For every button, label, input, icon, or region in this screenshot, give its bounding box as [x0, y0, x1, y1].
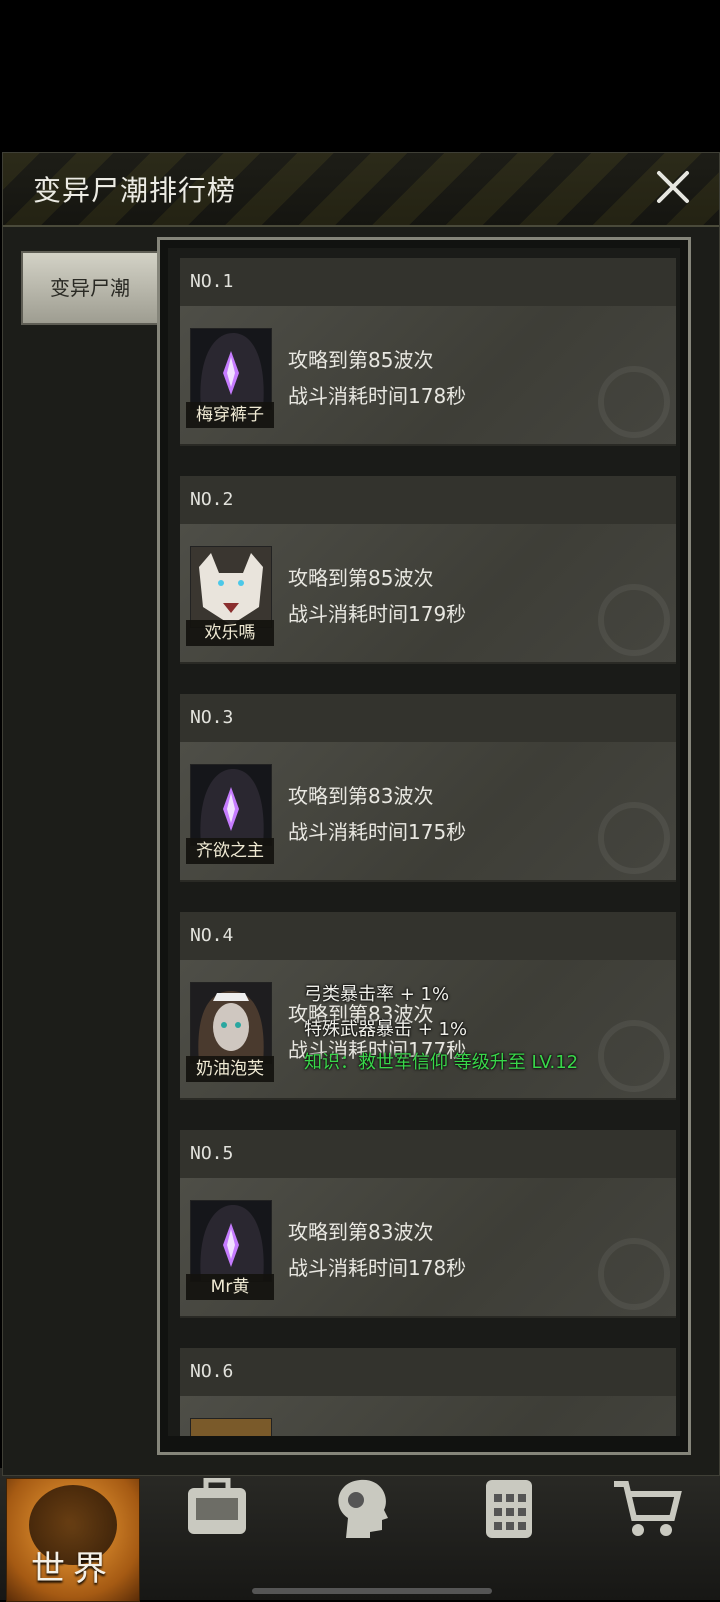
- ranking-list[interactable]: NO.1 梅穿裤子 攻略到第85波次 战斗消耗时间178秒 NO.2 欢乐嗎 攻…: [168, 248, 680, 1436]
- rank-card: NO.6: [180, 1348, 676, 1436]
- battle-time: 战斗消耗时间175秒: [288, 820, 467, 844]
- nav-world-button[interactable]: 世界: [6, 1478, 140, 1602]
- rank-body: Mr黄 攻略到第83波次 战斗消耗时间178秒: [180, 1178, 676, 1318]
- player-name: 欢乐嗎: [186, 620, 274, 646]
- watermark-icon: [598, 584, 670, 656]
- panel-header: 变异尸潮排行榜: [3, 153, 719, 227]
- cart-icon[interactable]: [612, 1478, 682, 1538]
- avatar[interactable]: [190, 546, 272, 628]
- rank-card: NO.5 Mr黄 攻略到第83波次 战斗消耗时间178秒: [180, 1130, 676, 1318]
- rank-body: 梅穿裤子 攻略到第85波次 战斗消耗时间178秒: [180, 306, 676, 446]
- watermark-icon: [598, 1238, 670, 1310]
- rank-header: NO.6: [180, 1348, 676, 1396]
- battle-time: 战斗消耗时间178秒: [288, 1256, 467, 1280]
- rank-header: NO.1: [180, 258, 676, 306]
- status-bar-area: [0, 0, 720, 152]
- ranking-list-frame: NO.1 梅穿裤子 攻略到第85波次 战斗消耗时间178秒 NO.2 欢乐嗎 攻…: [157, 237, 691, 1455]
- rank-body: 齐欲之主 攻略到第83波次 战斗消耗时间175秒: [180, 742, 676, 882]
- panel-title: 变异尸潮排行榜: [33, 174, 237, 207]
- rank-number: NO.6: [190, 1361, 234, 1382]
- floating-notice: 特殊武器暴击 + 1%: [304, 1019, 468, 1040]
- floating-notice-levelup: 知识：救世军信仰 等级升至 LV.12: [304, 1052, 579, 1073]
- player-name: 梅穿裤子: [186, 402, 274, 428]
- nav-world-label: 世界: [31, 1549, 115, 1589]
- rank-body: [180, 1396, 676, 1436]
- close-button[interactable]: [651, 165, 695, 209]
- battle-time: 战斗消耗时间178秒: [288, 384, 467, 408]
- rank-number: NO.3: [190, 707, 234, 728]
- leaderboard-panel: 变异尸潮排行榜 变异尸潮 NO.1 梅穿裤子 攻略到第85波次 战斗消耗时间17…: [2, 152, 720, 1476]
- wave-progress: 攻略到第85波次: [288, 566, 434, 590]
- floating-notice: 弓类暴击率 + 1%: [304, 984, 450, 1005]
- backpack-icon[interactable]: [182, 1477, 252, 1538]
- rank-card: NO.2 欢乐嗎 攻略到第85波次 战斗消耗时间179秒: [180, 476, 676, 664]
- player-name: Mr黄: [186, 1274, 274, 1300]
- rank-number: NO.4: [190, 925, 234, 946]
- rank-number: NO.2: [190, 489, 234, 510]
- rank-header: NO.5: [180, 1130, 676, 1178]
- wave-progress: 攻略到第85波次: [288, 348, 434, 372]
- phone-icon[interactable]: [476, 1478, 546, 1538]
- rank-body: 欢乐嗎 攻略到第85波次 战斗消耗时间179秒: [180, 524, 676, 664]
- rank-header: NO.4: [180, 912, 676, 960]
- rank-card: NO.1 梅穿裤子 攻略到第85波次 战斗消耗时间178秒: [180, 258, 676, 446]
- avatar[interactable]: [190, 982, 272, 1064]
- player-name: 奶油泡芙: [186, 1056, 274, 1082]
- avatar[interactable]: [190, 1200, 272, 1282]
- player-name: 齐欲之主: [186, 838, 274, 864]
- rank-number: NO.5: [190, 1143, 234, 1164]
- rank-number: NO.1: [190, 271, 234, 292]
- avatar[interactable]: [190, 1418, 272, 1436]
- rank-card: NO.3 齐欲之主 攻略到第83波次 战斗消耗时间175秒: [180, 694, 676, 882]
- avatar[interactable]: [190, 764, 272, 846]
- rank-header: NO.3: [180, 694, 676, 742]
- wave-progress: 攻略到第83波次: [288, 784, 434, 808]
- watermark-icon: [598, 1020, 670, 1092]
- avatar[interactable]: [190, 328, 272, 410]
- home-indicator: [252, 1588, 492, 1594]
- wave-progress: 攻略到第83波次: [288, 1220, 434, 1244]
- watermark-icon: [598, 802, 670, 874]
- close-icon: [657, 171, 689, 203]
- head-gear-icon[interactable]: [326, 1478, 396, 1538]
- watermark-icon: [598, 366, 670, 438]
- rank-header: NO.2: [180, 476, 676, 524]
- battle-time: 战斗消耗时间179秒: [288, 602, 467, 626]
- tab-mutant-horde[interactable]: 变异尸潮: [21, 251, 159, 325]
